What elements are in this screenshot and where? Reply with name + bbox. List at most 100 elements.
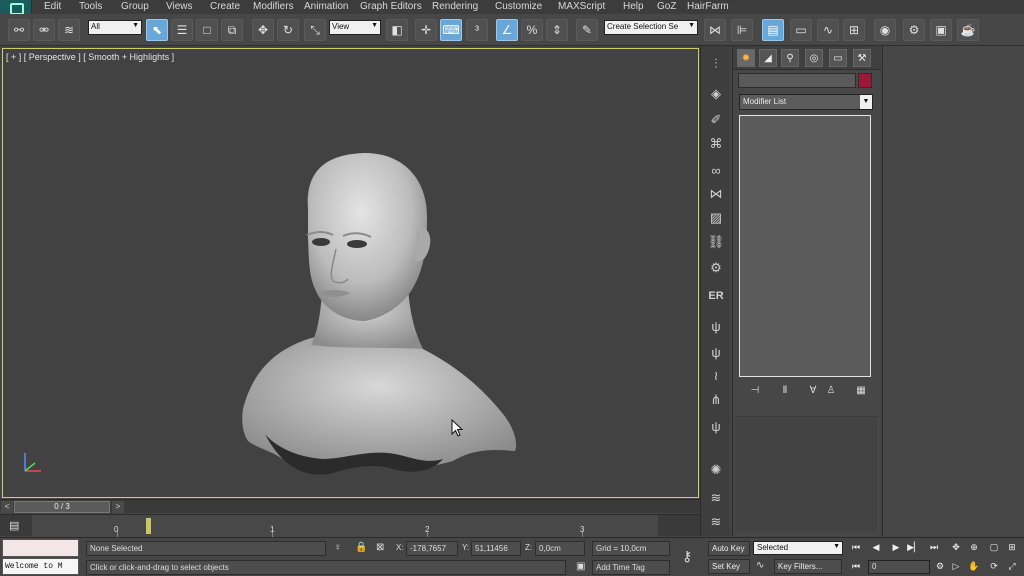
zoom-icon[interactable]: ✥ [948,540,964,555]
reference-coord-dropdown[interactable]: View ▼ [329,20,381,35]
rect-region-icon[interactable]: □ [196,19,218,41]
time-slider-thumb[interactable]: 0 / 3 [14,501,110,513]
grass-4-icon[interactable]: ⋔ [706,390,726,410]
menu-graph-editors[interactable]: Graph Editors [360,1,422,12]
window-crossing-icon[interactable]: ⧉ [221,19,243,41]
menu-modifiers[interactable]: Modifiers [253,1,294,12]
modify-icon[interactable]: ◢ [759,49,777,67]
modifier-list-dropdown[interactable]: Modifier List ▼ [739,94,873,110]
angle-snap-icon[interactable]: ∠ [496,19,518,41]
gear-icon[interactable]: ⚙ [706,258,726,278]
next-frame-button-icon[interactable]: ▶▏ [906,540,922,555]
percent-snap-icon[interactable]: % [521,19,543,41]
perspective-viewport[interactable]: [ + ] [ Perspective ] [ Smooth + Highlig… [2,48,699,498]
menu-edit[interactable]: Edit [44,1,61,12]
mini-curve-editor-icon[interactable]: ▤ [9,519,23,533]
isolate-icon[interactable]: ♀ [334,542,342,553]
select-by-name-icon[interactable]: ☰ [171,19,193,41]
knot-icon[interactable]: ∞ [706,160,726,180]
align-icon[interactable]: ⊫ [731,19,753,41]
hierarchy-icon[interactable]: ⚲ [781,49,799,67]
move-icon[interactable]: ✥ [252,19,274,41]
pan-icon[interactable]: ✋ [966,559,982,574]
bowtie-icon[interactable]: ⋈ [706,184,726,204]
rotate-icon[interactable]: ↻ [277,19,299,41]
manipulate-icon[interactable]: ✛ [415,19,437,41]
render-icon[interactable]: ☕ [957,19,979,41]
time-tag-icon[interactable]: ▣ [576,561,585,572]
light-icon[interactable]: ✺ [706,460,726,480]
z-coordinate-field[interactable]: 0,0cm [535,541,585,556]
utilities-icon[interactable]: ⚒ [853,49,871,67]
menu-rendering[interactable]: Rendering [432,1,478,12]
menu-hairfarm[interactable]: HairFarm [687,1,729,12]
time-config-icon[interactable]: ⚙ [932,559,948,574]
x-coordinate-field[interactable]: -178,7657 [406,541,458,556]
mirror-icon[interactable]: ⋈ [704,19,726,41]
set-key-button[interactable]: Set Key [708,559,750,574]
box-icon[interactable]: ▨ [706,208,726,228]
menu-animation[interactable]: Animation [304,1,348,12]
auto-key-button[interactable]: Auto Key [708,541,750,556]
zoom-extents-icon[interactable]: ▢ [986,540,1002,555]
display-icon[interactable]: ▭ [829,49,847,67]
current-frame-field[interactable]: 0 [868,560,930,574]
make-unique-icon[interactable]: ∀ [805,382,821,398]
edit-named-sets-icon[interactable]: ✎ [576,19,598,41]
key-mode-toggle-icon[interactable]: ⏮ [848,559,864,574]
render-setup-icon[interactable]: ⚙ [903,19,925,41]
cube-icon[interactable]: ◈ [706,84,726,104]
add-time-tag-button[interactable]: Add Time Tag [592,560,670,575]
object-name-field[interactable] [738,73,856,88]
next-frame-icon[interactable]: > [112,501,124,513]
bust-model[interactable] [3,49,699,498]
pivot-icon[interactable]: ◧ [386,19,408,41]
scale-icon[interactable]: ⤡ [304,19,326,41]
menu-tools[interactable]: Tools [79,1,102,12]
grass-3-icon[interactable]: ≀ [706,366,726,386]
time-slider[interactable]: < 0 / 3 > [0,499,700,513]
schematic-view-icon[interactable]: ⊞ [843,19,865,41]
menu-create[interactable]: Create [210,1,240,12]
maximize-viewport-icon[interactable]: ⤢ [1004,559,1020,574]
wave-2-icon[interactable]: ≋ [706,512,726,532]
ribbon-icon[interactable]: ▭ [790,19,812,41]
menu-customize[interactable]: Customize [495,1,542,12]
object-color-swatch[interactable] [858,73,872,88]
pin-stack-icon[interactable]: ⊣ [747,382,763,398]
named-selection-dropdown[interactable]: Create Selection Se ▼ [604,20,698,35]
select-object-icon[interactable]: ⬉ [146,19,168,41]
field-of-view-icon[interactable]: ▷ [948,559,964,574]
chain-icon[interactable]: ⛓ [706,232,726,252]
prev-frame-icon[interactable]: < [1,501,13,513]
comb-icon[interactable]: ⌘ [706,134,726,154]
play-icon[interactable]: ▶ [888,540,904,555]
selection-filter-dropdown[interactable]: All ▼ [88,20,142,35]
menu-views[interactable]: Views [166,1,193,12]
create-icon[interactable]: ✹ [737,49,755,67]
zoom-extents-all-icon[interactable]: ⊞ [1004,540,1020,555]
brush-icon[interactable]: ✐ [706,110,726,130]
key-mode-dropdown[interactable]: Selected ▼ [753,541,843,555]
menu-help[interactable]: Help [623,1,644,12]
app-logo-icon[interactable] [0,0,32,15]
rendered-frame-icon[interactable]: ▣ [930,19,952,41]
layer-manager-icon[interactable]: ▤ [762,19,784,41]
material-editor-icon[interactable]: ◉ [874,19,896,41]
remove-modifier-icon[interactable]: ♙ [823,382,839,398]
orbit-icon[interactable]: ⟳ [986,559,1002,574]
y-coordinate-field[interactable]: 51,11456 [471,541,521,556]
bind-space-warp-icon[interactable]: ≋ [58,19,80,41]
grass-2-icon[interactable]: ψ [706,342,726,362]
key-icon[interactable]: ⚷ [682,548,692,565]
previous-frame-icon[interactable]: ◀ [868,540,884,555]
spinner-snap-icon[interactable]: ⇕ [546,19,568,41]
maxscript-mini-listener[interactable] [2,539,79,557]
grass-5-icon[interactable]: ψ [706,416,726,436]
key-filters-button[interactable]: Key Filters... [774,559,842,574]
unlink-icon[interactable]: ⚮ [33,19,55,41]
grass-icon[interactable]: ψ [706,316,726,336]
snap-icon[interactable]: ³ [466,19,488,41]
keyboard-shortcut-icon[interactable]: ⌨ [440,19,462,41]
modifier-stack[interactable] [739,115,871,377]
